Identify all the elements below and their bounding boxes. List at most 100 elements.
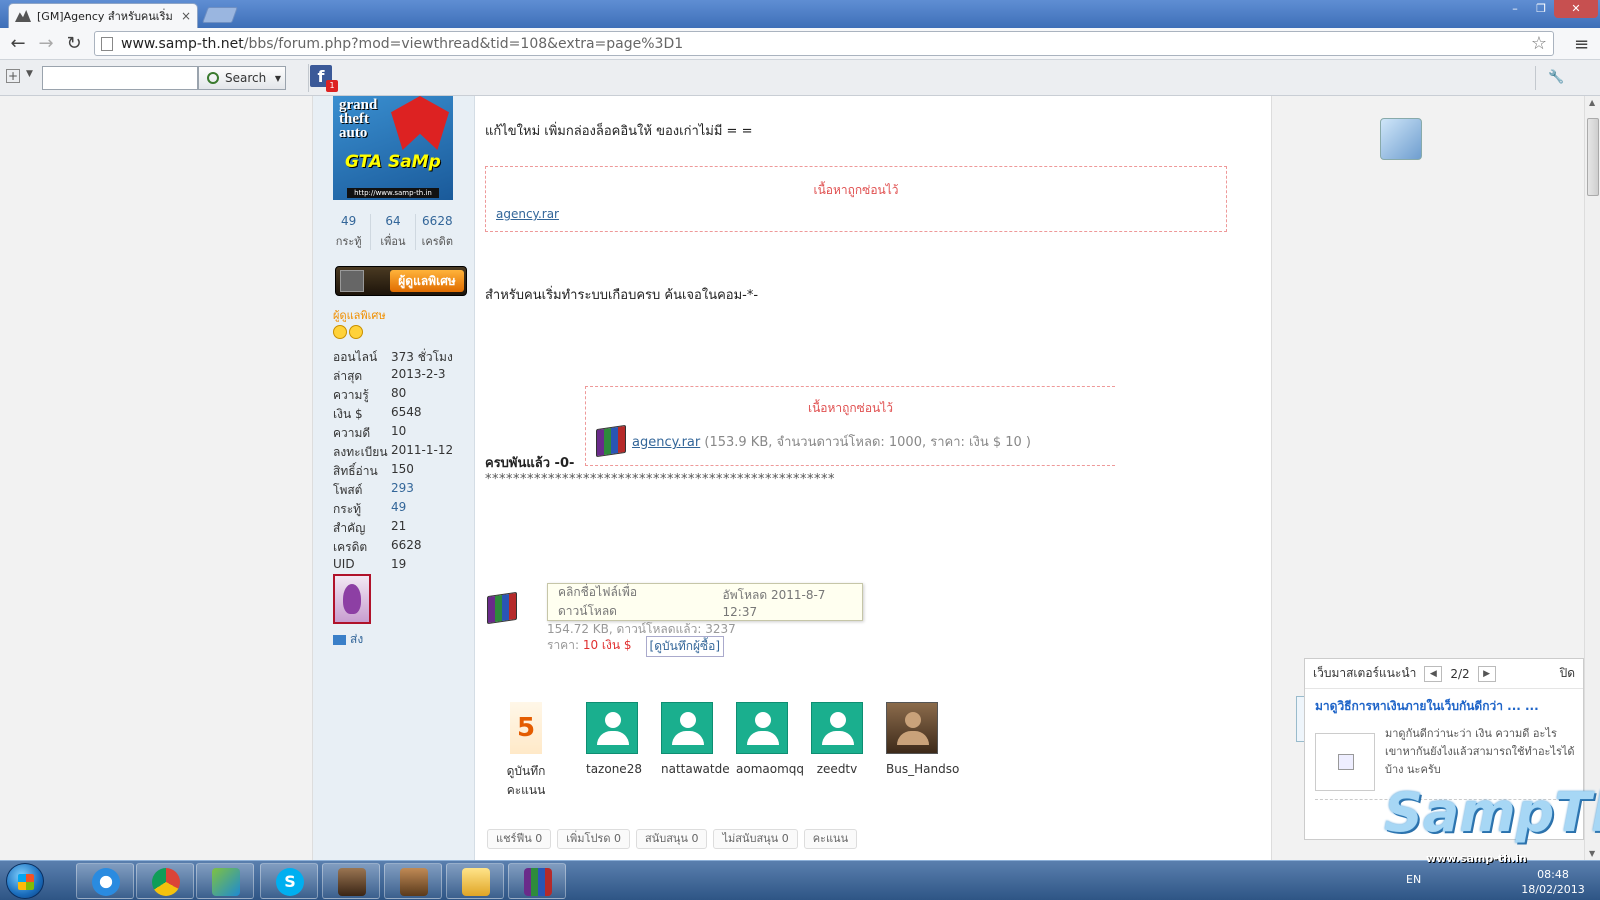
taskbar-ie[interactable] (76, 863, 134, 899)
buyers-log-link[interactable]: [ดูบันทึกผู้ซื้อ] (645, 636, 725, 657)
search-icon (207, 72, 219, 84)
url-path: /bbs/forum.php?mod=viewthread&tid=108&ex… (243, 35, 684, 52)
back-button[interactable]: ← (6, 32, 30, 56)
rater-name: tazone28 (586, 762, 642, 776)
title-bar: [GM]Agency สำหรับคนเริ่ม × – ❐ ✕ (0, 0, 1600, 28)
stat-threads[interactable]: 49 กระทู้ (327, 214, 372, 250)
url-text[interactable]: www.samp-th.net/bbs/forum.php?mod=viewth… (121, 36, 683, 52)
envelope-icon (333, 634, 346, 645)
rating-score-value: 5 (510, 702, 542, 754)
scroll-down-icon[interactable]: ▼ (1589, 849, 1595, 858)
medal-icon[interactable] (333, 574, 371, 624)
rater-user[interactable]: Bus_Handso (886, 702, 960, 800)
profile-row: ล่าสุด 2013-2-3 (333, 367, 473, 386)
next-arrow-icon[interactable]: ▶ (1477, 665, 1496, 682)
rater-user[interactable]: zeedtv (811, 702, 863, 800)
stat-credits[interactable]: 6628 เครดิต (416, 214, 459, 250)
clock[interactable]: 08:48 18/02/2013 (1518, 867, 1588, 897)
profile-key: กระทู้ (333, 502, 362, 516)
taskbar-app-2[interactable] (384, 863, 442, 899)
reload-button[interactable]: ↻ (62, 32, 86, 56)
rater-user[interactable]: nattawatde (661, 702, 730, 800)
rank-name[interactable]: ผู้ดูแลพิเศษ (333, 306, 386, 324)
rater-name: nattawatde (661, 762, 730, 776)
toolbar-search-button[interactable]: Search ▼ (198, 66, 286, 90)
recommend-description: มาดูกันดีกว่านะว่า เงิน ความดี อะไร เขาห… (1385, 727, 1575, 776)
prev-arrow-icon[interactable]: ◀ (1424, 665, 1443, 682)
taskbar-skype[interactable]: S (260, 863, 318, 899)
tooltip-upload-date: อัพโหลด 2011-8-7 12:37 (722, 587, 826, 619)
vertical-scrollbar[interactable]: ▲ ▼ (1584, 96, 1600, 860)
rating-score[interactable]: 5 ดูบันทึกคะแนน (489, 702, 563, 800)
tab-close-icon[interactable]: × (181, 9, 191, 23)
profile-key: โพสต์ (333, 483, 363, 497)
rate-button[interactable]: คะแนน (803, 829, 858, 849)
address-bar[interactable]: www.samp-th.net/bbs/forum.php?mod=viewth… (94, 31, 1554, 56)
profile-row: ลงทะเบียน 2011-1-12 (333, 443, 473, 462)
start-button[interactable] (6, 863, 44, 899)
language-indicator[interactable]: EN (1406, 873, 1421, 886)
profile-row: โพสต์ 293 (333, 481, 473, 500)
profile-value[interactable]: 49 (391, 500, 406, 519)
chevron-down-icon: ▼ (274, 73, 281, 83)
messenger-icon (212, 868, 240, 896)
close-panel-button[interactable]: ปิด (1560, 664, 1575, 683)
profile-value: 21 (391, 519, 407, 533)
new-tab-button[interactable] (202, 7, 238, 23)
rater-name: Bus_Handso (886, 762, 960, 776)
dropdown-caret-icon[interactable]: ▼ (26, 69, 33, 79)
taskbar-explorer[interactable] (446, 863, 504, 899)
wrench-icon[interactable]: 🔧 (1535, 66, 1577, 90)
profile-value[interactable]: 293 (391, 481, 414, 500)
page-icon (101, 36, 113, 51)
scroll-up-icon[interactable]: ▲ (1589, 98, 1595, 107)
close-window-button[interactable]: ✕ (1554, 0, 1598, 18)
post-actions: แชร์ฟีน 0 เพิ่มโปรด 0 สนับสนุน 0 ไม่สนับ… (487, 829, 858, 849)
recommend-page: 2/2 (1450, 666, 1470, 681)
maximize-button[interactable]: ❐ (1528, 0, 1554, 18)
share-button[interactable]: แชร์ฟีน 0 (487, 829, 552, 849)
profile-key: สำคัญ (333, 521, 366, 535)
forward-button[interactable]: → (34, 32, 58, 56)
taskbar-app-1[interactable] (322, 863, 380, 899)
send-message-link[interactable]: ส่ง (333, 630, 363, 649)
attachment-link[interactable]: agency.rar (632, 435, 700, 450)
minimize-button[interactable]: – (1502, 0, 1528, 18)
profile-row: เงิน $ 6548 (333, 405, 473, 424)
avatar-art: grand theft auto (339, 97, 378, 141)
tooltip-hint: คลิกชื่อไฟล์เพื่อดาวน์โหลด (558, 585, 638, 618)
oppose-button[interactable]: ไม่สนับสนุน 0 (713, 829, 798, 849)
profile-details: ออนไลน์ 373 ชั่วโมง ล่าสุด 2013-2-3 ความรู้ 8… (333, 348, 473, 576)
browser-tab-active[interactable]: [GM]Agency สำหรับคนเริ่ม × (8, 3, 198, 28)
watermark-url: www.samp-th.in (1426, 852, 1527, 865)
toolbar-search-input[interactable] (42, 66, 198, 90)
favorite-button[interactable]: เพิ่มโปรด 0 (557, 829, 630, 849)
browser-menu-icon[interactable]: ≡ (1574, 34, 1589, 55)
profile-row: สิทธิ์อ่าน 150 (333, 462, 473, 481)
stat-friends[interactable]: 64 เพื่อน (371, 214, 416, 250)
price-label: ราคา: 10 เงิน $ (547, 638, 632, 652)
rater-user[interactable]: aomaomqq (736, 702, 804, 800)
taskbar-chrome[interactable] (136, 863, 194, 899)
support-button[interactable]: สนับสนุน 0 (635, 829, 708, 849)
profile-key: ลงทะเบียน (333, 445, 388, 459)
add-icon[interactable]: + (6, 69, 20, 83)
rar-file-icon (596, 424, 626, 458)
taskbar-messenger[interactable] (196, 863, 254, 899)
user-avatar-icon (811, 702, 863, 754)
taskbar-winrar[interactable] (508, 863, 566, 899)
attachment-link[interactable]: agency.rar (496, 207, 559, 221)
recommend-title[interactable]: มาดูวิธีการหาเงินภายในเว็บกันดีกว่า ... … (1305, 689, 1583, 716)
profile-value: 19 (391, 557, 407, 571)
hidden-content-box: เนื้อหาถูกซ่อนไว้ agency.rar (485, 166, 1227, 232)
author-avatar[interactable]: grand theft auto GTA SaMp http://www.samp-… (333, 96, 453, 200)
price-line: ราคา: 10 เงิน $ [ดูบันทึกผู้ซื้อ] (547, 636, 725, 657)
search-label: Search (225, 71, 267, 85)
bookmark-star-icon[interactable]: ☆ (1531, 33, 1547, 54)
scroll-thumb[interactable] (1587, 118, 1599, 196)
broken-image-icon[interactable] (1315, 733, 1375, 791)
profile-value: 6548 (391, 405, 422, 419)
rater-user[interactable]: tazone28 (586, 702, 642, 800)
feather-icon[interactable] (1380, 118, 1422, 160)
profile-key: ออนไลน์ (333, 350, 378, 364)
